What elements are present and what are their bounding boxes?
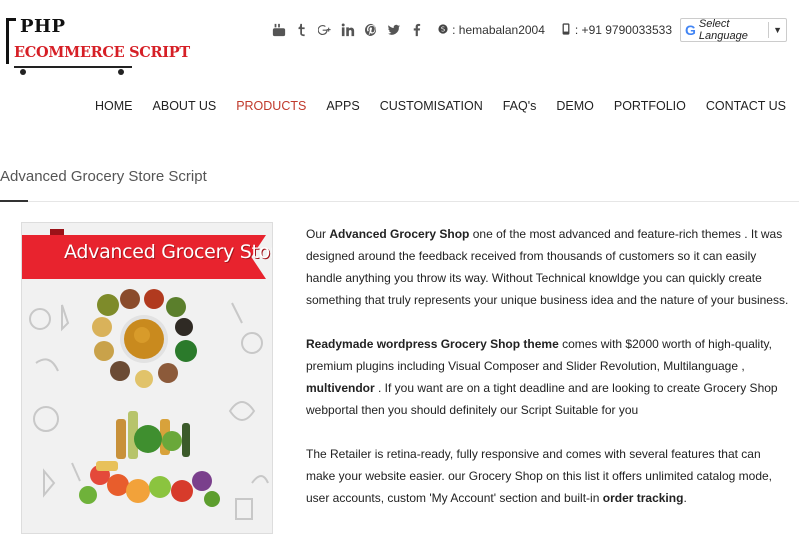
product-description: Our Advanced Grocery Shop one of the mos… [306, 223, 792, 531]
grocery-illustration [29, 289, 269, 520]
description-paragraph: Our Advanced Grocery Shop one of the mos… [306, 227, 789, 307]
nav-portfolio[interactable]: PORTFOLIO [614, 99, 686, 113]
mobile-phone-icon [561, 22, 571, 38]
nav-products[interactable]: PRODUCTS [236, 99, 306, 113]
nav-about-us[interactable]: ABOUT US [153, 99, 217, 113]
skype-id[interactable]: : hemabalan2004 [452, 23, 545, 37]
top-bar: S : hemabalan2004 : +91 9790033533 G Sel… [272, 18, 787, 42]
skype-icon: S [438, 23, 448, 38]
nav-customisation[interactable]: CUSTOMISATION [380, 99, 483, 113]
logo-cart-wheel [20, 69, 26, 75]
youtube-icon[interactable] [272, 23, 286, 37]
language-selector-label: Select Language [698, 18, 748, 42]
pinterest-icon[interactable] [364, 23, 378, 37]
logo-text-ecommerce: ECOMMERCE SCRIPT [14, 44, 190, 61]
main-nav: HOME ABOUT US PRODUCTS APPS CUSTOMISATIO… [95, 99, 786, 113]
title-divider [0, 201, 799, 202]
logo-text-php: PHP [20, 16, 66, 37]
description-paragraph: Readymade wordpress Grocery Shop theme c… [306, 337, 778, 417]
nav-demo[interactable]: DEMO [556, 99, 594, 113]
nav-contact-us[interactable]: CONTACT US [706, 99, 786, 113]
linkedin-icon[interactable] [341, 23, 355, 37]
page-title: Advanced Grocery Store Script [0, 168, 207, 185]
social-links [272, 23, 424, 37]
facebook-icon[interactable] [410, 23, 424, 37]
title-underline [0, 200, 28, 202]
language-selector[interactable]: G Select Language ▼ [680, 18, 787, 42]
twitter-icon[interactable] [387, 23, 401, 37]
dropdown-arrow-icon: ▼ [773, 25, 782, 35]
nav-apps[interactable]: APPS [326, 99, 359, 113]
phone-number[interactable]: : +91 9790033533 [575, 23, 672, 37]
site-logo[interactable]: PHP ECOMMERCE SCRIPT [6, 14, 190, 78]
contact-info: S : hemabalan2004 : +91 9790033533 [438, 22, 672, 38]
svg-text:S: S [441, 25, 445, 33]
tumblr-icon[interactable] [295, 23, 309, 37]
logo-cart-base [14, 66, 132, 68]
google-plus-icon[interactable] [318, 23, 332, 37]
nav-home[interactable]: HOME [95, 99, 133, 113]
description-paragraph: The Retailer is retina-ready, fully resp… [306, 447, 773, 505]
product-image: Advanced Grocery Store [21, 222, 273, 534]
google-icon: G [685, 22, 696, 38]
logo-cart-wheel [118, 69, 124, 75]
nav-faqs[interactable]: FAQ's [503, 99, 537, 113]
